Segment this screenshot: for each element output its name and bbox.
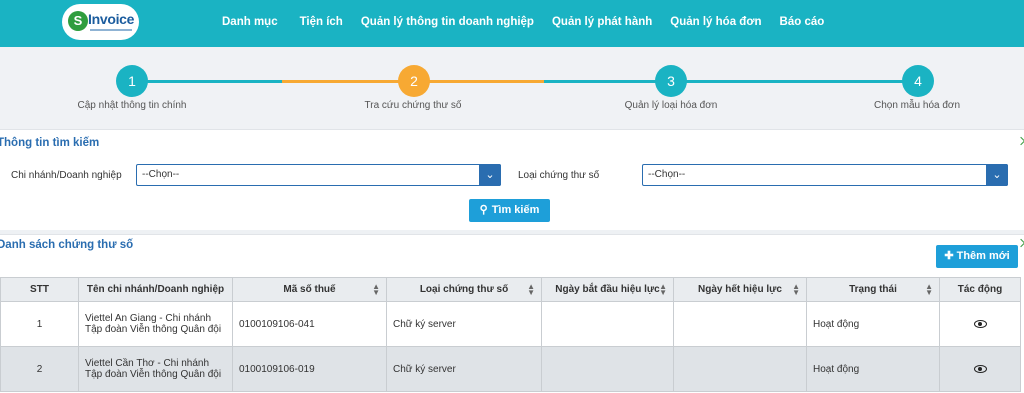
add-new-button-label: Thêm mới [956,250,1010,262]
cell-stt: 1 [0,301,79,347]
cert-type-select[interactable]: --Chọn-- ⌄ [642,164,1008,186]
add-new-button[interactable]: ✚ Thêm mới [936,245,1018,268]
setup-stepper: 1 2 3 4 Cập nhật thông tin chính Tra cứu… [0,47,1024,129]
col-header-actions: Tác động [939,277,1021,302]
table-header-row: STT Tên chi nhánh/Doanh nghiệp Mã số thu… [0,277,1021,302]
cell-branch: Viettel Cần Thơ - Chi nhánh Tập đoàn Viễ… [78,346,233,392]
nav-item-quan-ly-phat-hanh[interactable]: Quản lý phát hành [552,16,652,28]
cell-actions [939,346,1021,392]
eye-icon[interactable] [973,364,987,373]
cell-start-date [541,301,674,347]
col-header-start-date[interactable]: Ngày bắt đầu hiệu lực ▲ ▼ [541,277,674,302]
step-2-label: Tra cứu chứng thư số [364,100,462,111]
nav-item-danh-muc[interactable]: Danh mục [222,16,278,28]
table-row[interactable]: 1 Viettel An Giang - Chi nhánh Tập đoàn … [0,301,1021,347]
col-header-tax-code[interactable]: Mã số thuế ▲ ▼ [232,277,387,302]
search-button-label: Tìm kiếm [491,204,540,216]
cert-table: STT Tên chi nhánh/Doanh nghiệp Mã số thu… [0,277,1021,392]
main-nav: Danh mục Tiện ích Quản lý thông tin doan… [222,16,842,28]
sort-icon[interactable]: ▲ ▼ [659,283,667,297]
cell-actions [939,301,1021,347]
step-4-circle[interactable]: 4 [902,65,934,97]
sort-icon[interactable]: ▲ ▼ [527,283,535,297]
cell-end-date [673,301,807,347]
search-panel: Thông tin tìm kiếm Chi nhánh/Doanh nghiệ… [0,129,1024,230]
cert-list-title: Danh sách chứng thư số [0,239,134,251]
nav-item-quan-ly-thong-tin-doanh-nghiep[interactable]: Quản lý thông tin doanh nghiệp [361,16,534,28]
collapse-corner-icon[interactable] [1016,136,1024,146]
sinvoice-logo[interactable]: S Invoice [62,4,139,40]
step-3-circle[interactable]: 3 [655,65,687,97]
logo-mark: S [68,11,88,31]
cell-start-date [541,346,674,392]
cert-type-label: Loại chứng thư số [518,170,600,181]
step-1-label: Cập nhật thông tin chính [77,100,187,111]
col-header-cert-type[interactable]: Loại chứng thư số ▲ ▼ [386,277,542,302]
chevron-down-icon[interactable]: ⌄ [479,164,501,186]
branch-label: Chi nhánh/Doanh nghiệp [11,170,122,181]
col-header-end-date[interactable]: Ngày hết hiệu lực ▲ ▼ [673,277,807,302]
top-header: S Invoice Danh mục Tiện ích Quản lý thôn… [0,0,1024,47]
sort-icon[interactable]: ▲ ▼ [372,283,380,297]
search-panel-title: Thông tin tìm kiếm [0,137,100,149]
nav-item-quan-ly-hoa-don[interactable]: Quản lý hóa đơn [670,16,761,28]
step-2-circle[interactable]: 2 [398,65,430,97]
step-1-circle[interactable]: 1 [116,65,148,97]
nav-item-bao-cao[interactable]: Báo cáo [780,16,825,28]
sort-icon[interactable]: ▲ ▼ [792,283,800,297]
sort-icon[interactable]: ▲ ▼ [925,283,933,297]
cell-tax-code: 0100109106-019 [232,346,387,392]
cert-list-panel: Danh sách chứng thư số ✚ Thêm mới STT Tê… [0,234,1024,393]
cell-end-date [673,346,807,392]
plus-icon: ✚ [944,250,957,262]
cell-stt: 2 [0,346,79,392]
table-row[interactable]: 2 Viettel Cần Thơ - Chi nhánh Tập đoàn V… [0,346,1021,392]
logo-text: Invoice [88,11,135,27]
cell-branch: Viettel An Giang - Chi nhánh Tập đoàn Vi… [78,301,233,347]
cell-status: Hoạt động [806,301,940,347]
stepper-line-done [132,80,282,83]
branch-select-value: --Chọn-- [142,169,180,180]
col-header-stt[interactable]: STT [0,277,79,302]
stepper-line-todo [544,80,918,83]
chevron-down-icon[interactable]: ⌄ [986,164,1008,186]
logo-tagline-decor [90,29,132,31]
search-icon: ⚲ [479,204,488,216]
col-header-status[interactable]: Trạng thái ▲ ▼ [806,277,940,302]
cell-cert-type: Chữ ký server [386,301,542,347]
cert-type-select-value: --Chọn-- [648,169,686,180]
search-button[interactable]: ⚲ Tìm kiếm [469,199,550,222]
nav-item-tien-ich[interactable]: Tiện ích [300,16,343,28]
step-4-label: Chọn mẫu hóa đơn [873,100,961,111]
cell-status: Hoạt động [806,346,940,392]
branch-select[interactable]: --Chọn-- ⌄ [136,164,501,186]
cell-cert-type: Chữ ký server [386,346,542,392]
col-header-branch[interactable]: Tên chi nhánh/Doanh nghiệp [78,277,233,302]
eye-icon[interactable] [973,319,987,328]
cell-tax-code: 0100109106-041 [232,301,387,347]
step-3-label: Quản lý loại hóa đơn [624,100,718,111]
